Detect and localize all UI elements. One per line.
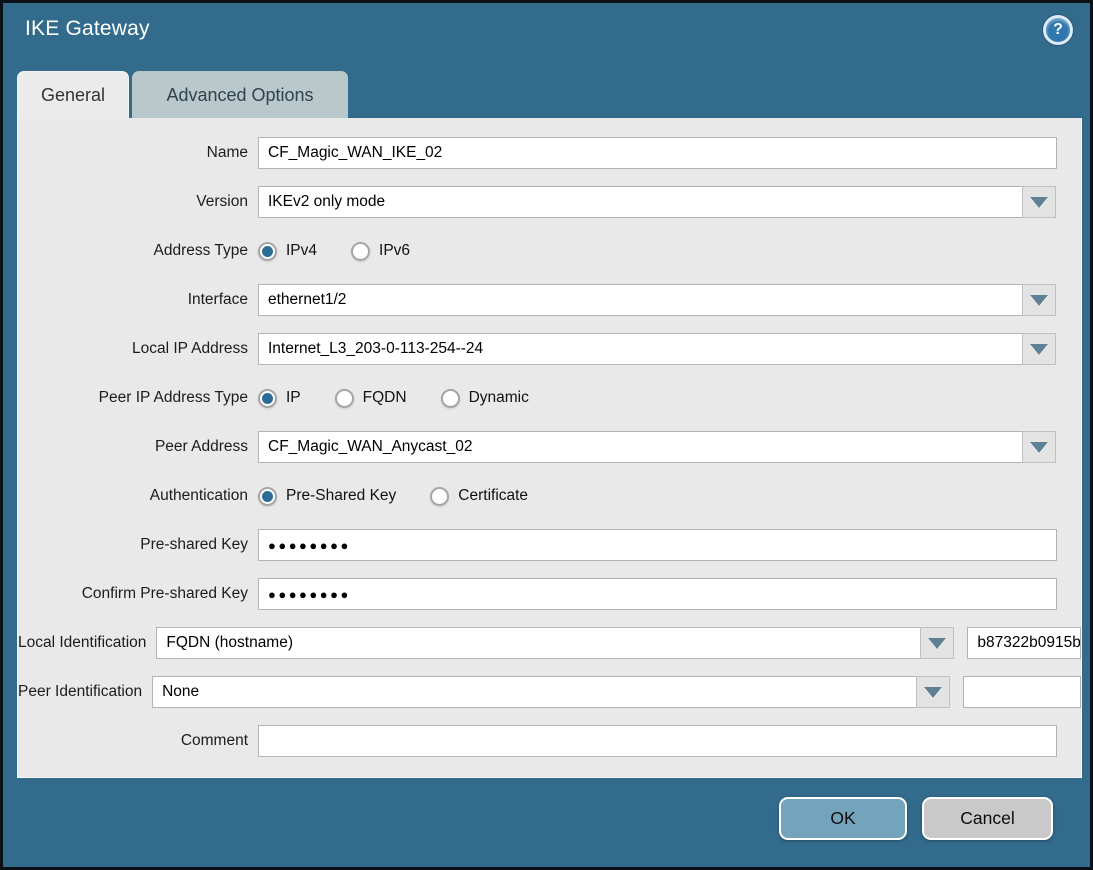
row-interface: Interface ethernet1/2 — [18, 284, 1081, 316]
radio-pre-shared-key-label: Pre-Shared Key — [286, 487, 396, 505]
radio-fqdn-control[interactable] — [335, 389, 354, 408]
chevron-down-icon — [928, 638, 946, 649]
row-name: Name CF_Magic_WAN_IKE_02 — [18, 137, 1081, 169]
peer-address-dropdown: CF_Magic_WAN_Anycast_02 — [258, 431, 1056, 463]
comment-label: Comment — [18, 732, 258, 750]
radio-ipv4-label: IPv4 — [286, 242, 317, 260]
peer-identification-type-input[interactable]: None — [152, 676, 916, 708]
interface-input[interactable]: ethernet1/2 — [258, 284, 1022, 316]
help-icon[interactable]: ? — [1043, 15, 1073, 45]
chevron-down-icon — [1030, 344, 1048, 355]
name-label: Name — [18, 144, 258, 162]
interface-dropdown: ethernet1/2 — [258, 284, 1056, 316]
radio-certificate-label: Certificate — [458, 487, 528, 505]
radio-ip-control[interactable] — [258, 389, 277, 408]
cancel-button[interactable]: Cancel — [922, 797, 1053, 840]
radio-ip[interactable]: IP — [258, 389, 301, 408]
version-dropdown: IKEv2 only mode — [258, 186, 1056, 218]
radio-ipv4-control[interactable] — [258, 242, 277, 261]
row-confirm-preshared-key: Confirm Pre-shared Key ●●●●●●●● — [18, 578, 1081, 610]
interface-label: Interface — [18, 291, 258, 309]
comment-input[interactable] — [258, 725, 1057, 757]
peer-identification-label: Peer Identification — [18, 683, 152, 701]
row-peer-identification: Peer Identification None — [18, 676, 1081, 708]
name-input[interactable]: CF_Magic_WAN_IKE_02 — [258, 137, 1057, 169]
row-version: Version IKEv2 only mode — [18, 186, 1081, 218]
row-address-type: Address Type IPv4 IPv6 — [18, 235, 1081, 267]
confirm-preshared-key-label: Confirm Pre-shared Key — [18, 585, 258, 603]
preshared-key-label: Pre-shared Key — [18, 536, 258, 554]
tab-bar: General Advanced Options — [17, 71, 348, 119]
peer-ip-type-label: Peer IP Address Type — [18, 389, 258, 407]
row-local-identification: Local Identification FQDN (hostname) b87… — [18, 627, 1081, 659]
address-type-radio-group: IPv4 IPv6 — [258, 242, 444, 261]
radio-certificate-control[interactable] — [430, 487, 449, 506]
authentication-radio-group: Pre-Shared Key Certificate — [258, 487, 562, 506]
radio-dynamic-control[interactable] — [441, 389, 460, 408]
tab-advanced-options[interactable]: Advanced Options — [132, 71, 348, 119]
preshared-key-input[interactable]: ●●●●●●●● — [258, 529, 1057, 561]
ok-button[interactable]: OK — [779, 797, 907, 840]
confirm-preshared-key-input[interactable]: ●●●●●●●● — [258, 578, 1057, 610]
peer-address-label: Peer Address — [18, 438, 258, 456]
address-type-label: Address Type — [18, 242, 258, 260]
peer-identification-type-dropdown: None — [152, 676, 950, 708]
local-identification-type-dropdown: FQDN (hostname) — [156, 627, 954, 659]
tab-general-label: General — [41, 85, 105, 106]
authentication-label: Authentication — [18, 487, 258, 505]
tab-general[interactable]: General — [17, 71, 129, 119]
peer-identification-value-input[interactable] — [963, 676, 1081, 708]
chevron-down-icon — [1030, 295, 1048, 306]
radio-ipv6[interactable]: IPv6 — [351, 242, 410, 261]
dialog-title: IKE Gateway — [25, 17, 150, 40]
radio-pre-shared-key[interactable]: Pre-Shared Key — [258, 487, 396, 506]
row-authentication: Authentication Pre-Shared Key Certificat… — [18, 480, 1081, 512]
chevron-down-icon — [1030, 442, 1048, 453]
radio-dynamic-label: Dynamic — [469, 389, 529, 407]
ike-gateway-dialog: IKE Gateway ? General Advanced Options N… — [0, 0, 1093, 870]
radio-fqdn[interactable]: FQDN — [335, 389, 407, 408]
radio-dynamic[interactable]: Dynamic — [441, 389, 529, 408]
local-ip-dropdown: Internet_L3_203-0-113-254--24 — [258, 333, 1056, 365]
row-local-ip: Local IP Address Internet_L3_203-0-113-2… — [18, 333, 1081, 365]
local-identification-label: Local Identification — [18, 634, 156, 652]
row-peer-address: Peer Address CF_Magic_WAN_Anycast_02 — [18, 431, 1081, 463]
radio-pre-shared-key-control[interactable] — [258, 487, 277, 506]
version-input[interactable]: IKEv2 only mode — [258, 186, 1022, 218]
local-identification-value-input[interactable]: b87322b0915b47158667bf1653990e66.33 — [967, 627, 1081, 659]
radio-certificate[interactable]: Certificate — [430, 487, 528, 506]
local-ip-dropdown-button[interactable] — [1022, 333, 1056, 365]
local-identification-dropdown-button[interactable] — [920, 627, 954, 659]
radio-ipv6-label: IPv6 — [379, 242, 410, 260]
peer-identification-dropdown-button[interactable] — [916, 676, 950, 708]
local-identification-type-input[interactable]: FQDN (hostname) — [156, 627, 920, 659]
local-ip-input[interactable]: Internet_L3_203-0-113-254--24 — [258, 333, 1022, 365]
version-label: Version — [18, 193, 258, 211]
row-preshared-key: Pre-shared Key ●●●●●●●● — [18, 529, 1081, 561]
peer-ip-type-radio-group: IP FQDN Dynamic — [258, 389, 563, 408]
interface-dropdown-button[interactable] — [1022, 284, 1056, 316]
titlebar: IKE Gateway — [25, 17, 150, 41]
peer-address-dropdown-button[interactable] — [1022, 431, 1056, 463]
row-comment: Comment — [18, 725, 1081, 757]
chevron-down-icon — [1030, 197, 1048, 208]
version-dropdown-button[interactable] — [1022, 186, 1056, 218]
tab-advanced-options-label: Advanced Options — [166, 85, 313, 106]
chevron-down-icon — [924, 687, 942, 698]
radio-ipv4[interactable]: IPv4 — [258, 242, 317, 261]
general-tab-panel: Name CF_Magic_WAN_IKE_02 Version IKEv2 o… — [17, 118, 1082, 778]
radio-fqdn-label: FQDN — [363, 389, 407, 407]
local-ip-label: Local IP Address — [18, 340, 258, 358]
radio-ip-label: IP — [286, 389, 301, 407]
row-peer-ip-type: Peer IP Address Type IP FQDN Dynamic — [18, 382, 1081, 414]
radio-ipv6-control[interactable] — [351, 242, 370, 261]
peer-address-input[interactable]: CF_Magic_WAN_Anycast_02 — [258, 431, 1022, 463]
